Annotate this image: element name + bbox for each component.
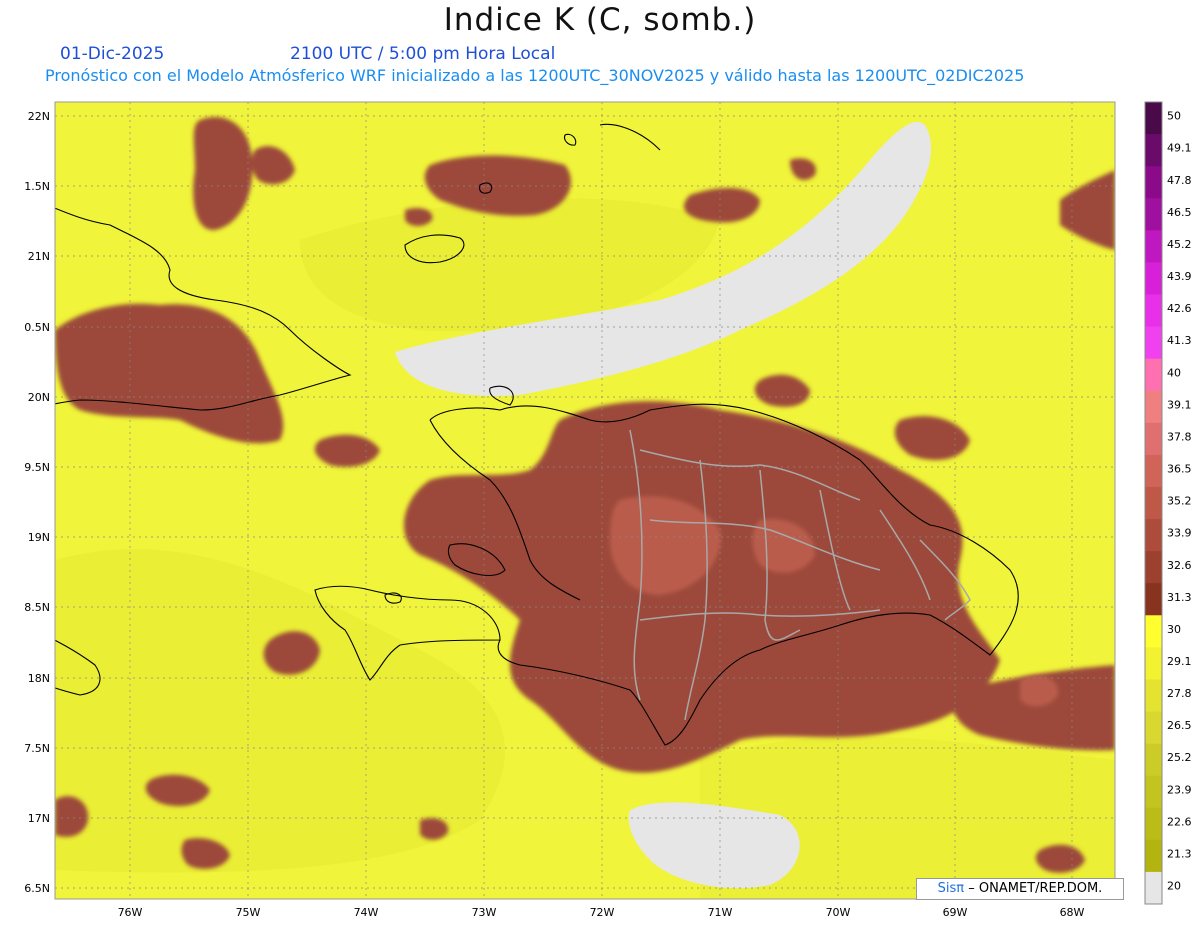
lon-label: 71W xyxy=(708,906,733,919)
lat-label: 1.5N xyxy=(24,180,50,193)
lat-label: 21N xyxy=(28,250,50,263)
colorbar-label: 27.8 xyxy=(1167,687,1192,700)
colorbar-swatch xyxy=(1145,486,1162,520)
colorbar-label: 25.2 xyxy=(1167,751,1192,764)
colorbar-label: 50 xyxy=(1167,110,1181,123)
colorbar-swatch xyxy=(1145,230,1162,263)
colorbar-swatch xyxy=(1145,647,1162,680)
colorbar-swatch xyxy=(1145,711,1162,745)
lon-label: 70W xyxy=(826,906,851,919)
colorbar-label: 49.1 xyxy=(1167,142,1192,155)
colorbar-swatch xyxy=(1145,390,1162,424)
colorbar-label: 43.9 xyxy=(1167,270,1192,283)
lat-label: 18N xyxy=(28,672,50,685)
lon-label: 69W xyxy=(943,906,968,919)
colorbar-swatch xyxy=(1145,198,1162,231)
lat-label: 20N xyxy=(28,391,50,404)
colorbar: 50 49.1 47.8 46.5 45.2 43.9 42.6 41.3 40 39.1 37.8… xyxy=(1144,101,1192,905)
lat-label: 22N xyxy=(28,110,50,123)
colorbar-label: 32.6 xyxy=(1167,559,1192,572)
lon-label: 76W xyxy=(118,906,143,919)
colorbar-label: 23.9 xyxy=(1167,783,1192,796)
lat-label: 0.5N xyxy=(24,321,50,334)
colorbar-label: 36.5 xyxy=(1167,463,1192,476)
lat-axis: 22N 1.5N 21N 0.5N 20N 9.5N 19N 8.5N 18N … xyxy=(24,110,50,895)
colorbar-label: 22.6 xyxy=(1167,815,1192,828)
colorbar-swatch xyxy=(1145,871,1162,905)
colorbar-swatch xyxy=(1145,679,1162,713)
colorbar-label: 33.9 xyxy=(1167,527,1192,540)
lon-label: 75W xyxy=(236,906,261,919)
lon-axis: 76W 75W 74W 73W 72W 71W 70W 69W 68W xyxy=(118,906,1085,919)
credit-brand: Sisπ xyxy=(937,881,965,896)
colorbar-swatch xyxy=(1145,166,1162,199)
map-field xyxy=(55,102,1115,899)
colorbar-label: 42.6 xyxy=(1167,302,1192,315)
colorbar-swatch xyxy=(1145,102,1162,135)
colorbar-swatch xyxy=(1145,807,1162,841)
colorbar-swatch xyxy=(1145,134,1162,167)
lon-label: 73W xyxy=(472,906,497,919)
colorbar-swatch xyxy=(1145,519,1162,552)
colorbar-label: 21.3 xyxy=(1167,847,1192,860)
lon-label: 68W xyxy=(1060,906,1085,919)
colorbar-swatch xyxy=(1145,551,1162,584)
lat-label: 7.5N xyxy=(24,742,50,755)
colorbar-label: 47.8 xyxy=(1167,174,1192,187)
colorbar-label: 26.5 xyxy=(1167,719,1192,732)
credit-text: – ONAMET/REP.DOM. xyxy=(968,881,1103,896)
colorbar-swatch xyxy=(1145,326,1162,360)
lat-label: 6.5N xyxy=(24,882,50,895)
colorbar-label: 37.8 xyxy=(1167,430,1192,443)
colorbar-swatch xyxy=(1145,454,1162,488)
colorbar-label: 46.5 xyxy=(1167,206,1192,219)
lon-label: 72W xyxy=(590,906,615,919)
map-figure: 22N 1.5N 21N 0.5N 20N 9.5N 19N 8.5N 18N … xyxy=(24,101,1192,919)
colorbar-swatch xyxy=(1145,294,1162,328)
colorbar-swatch xyxy=(1145,358,1162,392)
lat-label: 19N xyxy=(28,531,50,544)
colorbar-label: 20 xyxy=(1167,880,1181,893)
colorbar-swatch xyxy=(1145,583,1162,616)
colorbar-label: 40 xyxy=(1167,366,1181,379)
colorbar-label: 31.3 xyxy=(1167,591,1192,604)
colorbar-label: 39.1 xyxy=(1167,398,1192,411)
lat-label: 17N xyxy=(28,812,50,825)
credit-box: Sisπ – ONAMET/REP.DOM. xyxy=(916,878,1124,900)
colorbar-label: 29.1 xyxy=(1167,655,1192,668)
colorbar-swatch xyxy=(1145,743,1162,777)
lat-label: 8.5N xyxy=(24,601,50,614)
colorbar-swatch xyxy=(1145,615,1162,648)
colorbar-label: 30 xyxy=(1167,623,1181,636)
colorbar-swatch xyxy=(1145,422,1162,456)
colorbar-label: 45.2 xyxy=(1167,238,1192,251)
colorbar-label: 35.2 xyxy=(1167,495,1192,508)
lat-label: 9.5N xyxy=(24,461,50,474)
colorbar-swatch xyxy=(1145,262,1162,295)
lon-label: 74W xyxy=(354,906,379,919)
colorbar-swatch xyxy=(1145,839,1162,873)
colorbar-label: 41.3 xyxy=(1167,334,1192,347)
colorbar-swatch xyxy=(1145,775,1162,809)
